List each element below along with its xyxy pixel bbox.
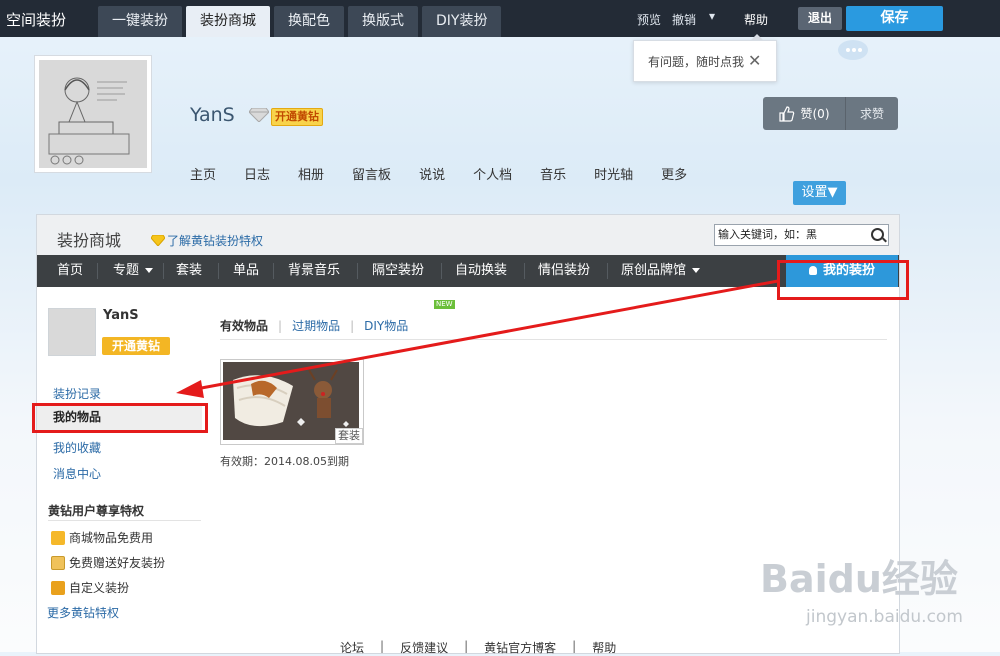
baidu-watermark-url: jingyan.baidu.com	[806, 607, 963, 627]
baidu-watermark: Baidu经验	[760, 557, 958, 601]
